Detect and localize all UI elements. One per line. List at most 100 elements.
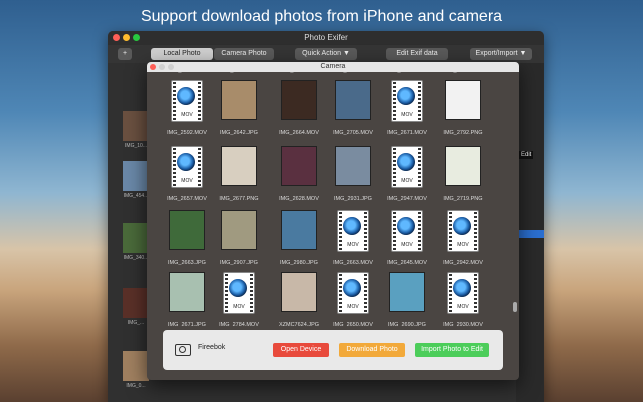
grid-item-label: IMG_2601.JPG — [211, 72, 267, 76]
camera-close-button[interactable] — [150, 64, 156, 70]
main-titlebar: Photo Exifer — [108, 31, 544, 45]
camera-zoom-button[interactable] — [168, 64, 174, 70]
sidebar-item[interactable]: IMG_0... — [122, 351, 150, 389]
quick-action-button[interactable]: Quick Action ▼ — [295, 48, 357, 60]
window-title: Photo Exifer — [304, 33, 348, 42]
photo-thumbnail — [281, 146, 317, 186]
download-photo-button[interactable]: Download Photo — [339, 343, 405, 357]
movie-file-icon: MOV — [171, 80, 203, 122]
photo-thumbnail — [335, 80, 371, 120]
grid-item-label: IMG_2703.JPG — [271, 72, 327, 76]
file-name-label: IMG_2980.JPG — [280, 260, 318, 266]
camera-minimize-button[interactable] — [159, 64, 165, 70]
grid-item[interactable]: IMG_2671.JPG — [159, 272, 215, 326]
file-name-label: IMG_2671.JPG — [168, 322, 206, 326]
photo-thumbnail — [169, 210, 205, 250]
grid-item[interactable]: IMG_2931.JPG — [325, 146, 381, 206]
grid-item[interactable]: IMG_2663.JPG — [159, 210, 215, 270]
file-name-label: XZMC7624.JPG — [278, 322, 320, 326]
grid-item[interactable]: MOV IMG_2592.MOV — [159, 80, 215, 140]
file-name-label: IMG_2663.MOV — [333, 260, 373, 266]
grid-item[interactable]: IMG_2907.JPG — [211, 210, 267, 270]
photo-thumbnail — [221, 146, 257, 186]
grid-item[interactable]: IMG_2642.JPG — [211, 80, 267, 140]
grid-item[interactable]: IMG_2690.JPG — [379, 272, 435, 326]
main-toolbar: + Local Photo Camera Photo Quick Action … — [108, 45, 544, 63]
import-photo-button[interactable]: Import Photo to Edit — [415, 343, 489, 357]
photo-thumbnail — [389, 272, 425, 312]
open-device-button[interactable]: Open Device — [273, 343, 329, 357]
movie-file-icon: MOV — [337, 210, 369, 252]
camera-window: Camera IMG_2660.JPGIMG_2601.JPG IMG_2703.… — [147, 62, 519, 380]
grid-item[interactable]: IMG_2719.PNG — [435, 146, 491, 206]
minimize-button[interactable] — [123, 34, 130, 41]
export-import-button[interactable]: Export/Import ▼ — [470, 48, 532, 60]
tab-camera-photo[interactable]: Camera Photo — [214, 48, 274, 60]
grid-item-label: IMG_2707.MOV — [379, 72, 435, 76]
grid-item[interactable]: IMG_2677.PNG — [211, 146, 267, 206]
banner-text: Support download photos from iPhone and … — [140, 8, 503, 25]
photo-thumbnail — [221, 210, 257, 250]
file-name-label: IMG_2947.MOV — [387, 196, 427, 202]
device-name: Fireebok — [198, 344, 226, 351]
tab-local-photo[interactable]: Local Photo — [151, 48, 213, 60]
movie-file-icon: MOV — [391, 210, 423, 252]
edit-exif-button[interactable]: Edit Exif data — [386, 48, 448, 60]
movie-file-icon: MOV — [447, 272, 479, 314]
camera-window-title: Camera — [320, 63, 346, 70]
photo-thumbnail — [221, 80, 257, 120]
file-name-label: IMG_2792.PNG — [443, 130, 483, 136]
grid-item[interactable]: IMG_2705.MOV — [325, 80, 381, 140]
edit-label[interactable]: Edit — [519, 151, 534, 159]
grid-item-label: IMG_2660.JPG — [159, 72, 215, 76]
movie-file-icon: MOV — [391, 80, 423, 122]
add-button[interactable]: + — [118, 48, 132, 60]
grid-item[interactable]: IMG_2664.MOV — [271, 80, 327, 140]
grid-item[interactable]: MOV IMG_2942.MOV — [435, 210, 491, 270]
file-name-label: IMG_2663.JPG — [168, 260, 206, 266]
file-name-label: IMG_2628.MOV — [279, 196, 319, 202]
movie-file-icon: MOV — [171, 146, 203, 188]
movie-file-icon: MOV — [447, 210, 479, 252]
grid-item[interactable]: IMG_2792.PNG — [435, 80, 491, 140]
grid-item-label: IMG_2807.MOV — [435, 72, 491, 76]
sidebar-item[interactable]: IMG_10... — [122, 111, 150, 149]
file-name-label: IMG_2645.MOV — [387, 260, 427, 266]
grid-item[interactable]: IMG_2980.JPG — [271, 210, 327, 270]
grid-item[interactable]: MOV IMG_2645.MOV — [379, 210, 435, 270]
file-name-label: IMG_2677.PNG — [219, 196, 259, 202]
sidebar-item[interactable]: IMG_340... — [122, 223, 150, 261]
file-name-label: IMG_2642.JPG — [220, 130, 258, 136]
file-name-label: IMG_2657.MOV — [167, 196, 207, 202]
selected-row[interactable] — [516, 230, 544, 238]
file-name-label: IMG_2705.MOV — [333, 130, 373, 136]
sidebar-item[interactable]: IMG_454... — [122, 161, 150, 199]
movie-file-icon: MOV — [337, 272, 369, 314]
file-name-label: IMG_2650.MOV — [333, 322, 373, 326]
grid-item[interactable]: MOV IMG_2650.MOV — [325, 272, 381, 326]
photo-thumbnail — [335, 146, 371, 186]
grid-item[interactable]: MOV IMG_2930.MOV — [435, 272, 491, 326]
movie-file-icon: MOV — [391, 146, 423, 188]
scrollbar-thumb[interactable] — [513, 302, 517, 312]
camera-titlebar: Camera — [147, 62, 519, 72]
file-name-label: IMG_2592.MOV — [167, 130, 207, 136]
grid-item[interactable]: MOV IMG_2657.MOV — [159, 146, 215, 206]
close-button[interactable] — [113, 34, 120, 41]
grid-item[interactable]: MOV IMG_2784.MOV — [211, 272, 267, 326]
sidebar-item[interactable]: IMG_... — [122, 288, 150, 326]
zoom-button[interactable] — [133, 34, 140, 41]
grid-item[interactable]: IMG_2628.MOV — [271, 146, 327, 206]
grid-item[interactable]: MOV IMG_2947.MOV — [379, 146, 435, 206]
file-name-label: IMG_2719.PNG — [443, 196, 483, 202]
file-name-label: IMG_2930.MOV — [443, 322, 483, 326]
grid-item[interactable]: XZMC7624.JPG — [271, 272, 327, 326]
photo-thumbnail — [281, 210, 317, 250]
photo-thumbnail — [445, 146, 481, 186]
grid-item[interactable]: MOV IMG_2663.MOV — [325, 210, 381, 270]
grid-scrollbar[interactable] — [513, 74, 517, 324]
grid-item[interactable]: MOV IMG_2671.MOV — [379, 80, 435, 140]
camera-icon — [175, 344, 191, 356]
file-name-label: IMG_2942.MOV — [443, 260, 483, 266]
photo-thumbnail — [445, 80, 481, 120]
